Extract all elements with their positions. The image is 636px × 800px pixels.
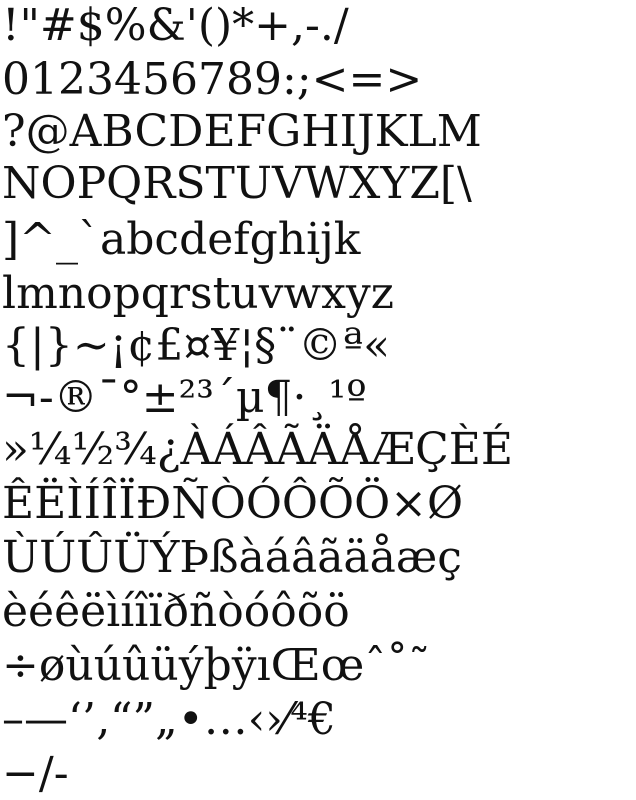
glyph-row-4: NOPQRSTUVWXYZ[\ <box>2 158 472 209</box>
glyph-row-9: »¼½¾¿ÀÁÂÃÄÅÆÇÈÉ <box>2 424 514 475</box>
glyph-row-10: ÊËÌÍÎÏÐÑÒÓÔÕÖ×Ø <box>2 478 464 529</box>
glyph-row-1: !"#$%&'()*+,-./ <box>2 0 349 51</box>
glyph-row-7: {|}~¡¢£¤¥¦§¨©ª« <box>2 320 390 371</box>
glyph-row-2: 0123456789:;<=> <box>2 54 423 105</box>
glyph-row-3: ?@ABCDEFGHIJKLM <box>2 106 482 157</box>
glyph-row-13: ÷øùúûüýþÿıŒœˆ˚˜ <box>2 640 431 691</box>
glyph-row-15: −∕- <box>2 748 69 799</box>
glyph-row-5: ]^_`abcdefghijk <box>2 214 361 265</box>
glyph-row-12: èéêëìíîïðñòóôõö <box>2 586 350 637</box>
glyph-row-11: ÙÚÛÜÝÞßàáâãäåæç <box>2 532 462 583</box>
glyph-row-6: lmnopqrstuvwxyz <box>2 268 394 319</box>
glyph-row-14: –—‘’‚“”„•…‹›⁄⁴€ <box>2 694 336 745</box>
glyph-specimen: !"#$%&'()*+,-./ 0123456789:;<=> ?@ABCDEF… <box>0 0 636 800</box>
glyph-row-8: ¬-®¯°±²³´µ¶·¸¹º <box>2 372 367 423</box>
